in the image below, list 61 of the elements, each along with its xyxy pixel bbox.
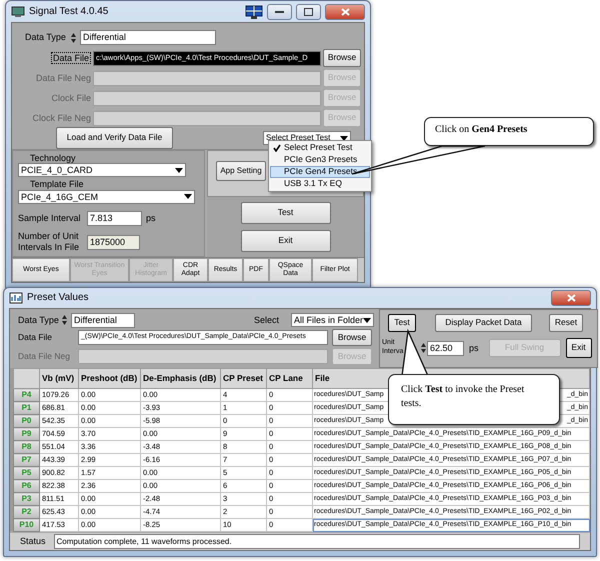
test-button[interactable]: Test xyxy=(388,314,416,332)
column-header: De-Emphasis (dB) xyxy=(140,368,220,388)
caret-icon xyxy=(363,318,371,322)
test-button[interactable]: Test xyxy=(240,202,330,224)
monitor-icon xyxy=(245,4,263,18)
field-label: Sample Interval xyxy=(18,213,82,224)
browse-button[interactable]: Browse xyxy=(332,329,372,346)
minimize-button[interactable] xyxy=(267,4,292,20)
close-button[interactable] xyxy=(325,4,365,20)
text-field[interactable]: Computation complete, 11 waveforms processed. xyxy=(54,534,580,549)
column-header: Vb (mV) xyxy=(40,368,78,388)
maximize-icon xyxy=(304,8,313,16)
reset-button[interactable]: Reset xyxy=(549,314,583,332)
close-icon xyxy=(566,294,576,302)
field-label: Select xyxy=(254,314,279,326)
spinner-icon[interactable] xyxy=(71,32,76,44)
field-label: Clock File xyxy=(51,92,91,104)
app-icon xyxy=(11,6,25,18)
exit-button[interactable]: Exit xyxy=(566,338,592,358)
caret-icon xyxy=(184,194,192,200)
technology-dropdown[interactable]: PCIE_4_0_CARD xyxy=(18,163,186,178)
field-label: Clock File Neg xyxy=(32,112,91,124)
browse-button[interactable]: Browse xyxy=(323,49,361,67)
close-button[interactable] xyxy=(551,290,591,306)
caret-icon xyxy=(175,168,183,173)
field-label: Data File Neg xyxy=(36,72,91,84)
column-header: Preshoot (dB) xyxy=(78,368,140,388)
maximize-button[interactable] xyxy=(296,4,321,20)
text-field[interactable]: Differential xyxy=(71,312,135,328)
spinner-icon[interactable] xyxy=(62,314,67,326)
field-label: Technology xyxy=(30,153,77,164)
load-button[interactable]: Load and Verify Data File xyxy=(56,127,173,149)
column-header: CP Lane xyxy=(266,368,312,388)
field-label: Template File xyxy=(30,179,85,190)
window-title: Preset Values xyxy=(27,292,89,304)
field-label: Data File Neg xyxy=(18,352,71,362)
menu-item[interactable]: PCIe Gen3 Presets xyxy=(270,154,370,166)
field-label: Data Type xyxy=(25,32,67,43)
window-title: Signal Test 4.0.45 xyxy=(29,6,108,18)
field-label: Number of Unit Intervals In File xyxy=(18,230,80,254)
close-icon xyxy=(340,8,350,16)
app-settings-button[interactable]: App Setting xyxy=(216,161,266,181)
field-label: Data File xyxy=(18,332,54,342)
field-label: Data Type xyxy=(18,314,58,326)
chart-icon xyxy=(9,292,23,304)
exit-button[interactable]: Exit xyxy=(240,230,330,252)
text-field[interactable]: 1875000 xyxy=(87,234,140,250)
file-select-dropdown[interactable]: All Files in Folder xyxy=(290,313,374,327)
menu-item[interactable]: USB 3.1 Tx EQ xyxy=(270,178,370,190)
callout: Click on Gen4 Presets xyxy=(424,117,594,146)
text-field[interactable]: 62.50 xyxy=(427,340,464,356)
unit-label: ps xyxy=(469,342,479,354)
menu-item[interactable]: Select Preset Test xyxy=(270,142,370,154)
template-dropdown[interactable]: PCIe_4_16G_CEM xyxy=(18,190,195,204)
text-field[interactable]: Differential xyxy=(80,30,216,45)
text-field[interactable]: 7.813 xyxy=(87,210,142,226)
column-header: CP Preset xyxy=(220,368,266,388)
display-packet-data-button[interactable]: Display Packet Data xyxy=(435,314,532,332)
status-label: Status xyxy=(20,536,46,547)
field-label: Data File xyxy=(50,52,91,64)
unit-label: ps xyxy=(146,213,156,224)
